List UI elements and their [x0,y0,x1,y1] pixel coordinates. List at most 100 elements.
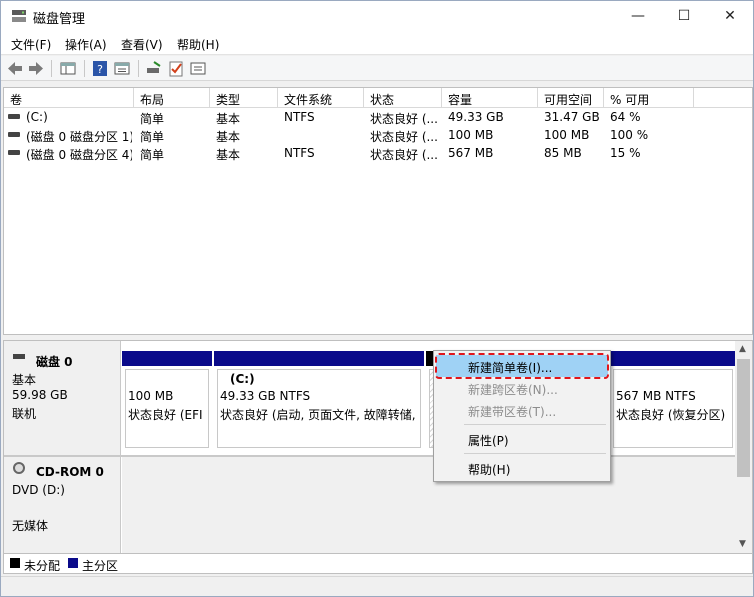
cell-percent-free: 64 % [610,110,641,124]
cell-capacity: 567 MB [448,146,494,160]
legend-unallocated-label: 未分配 [24,559,61,573]
cell-free-space: 100 MB [544,128,590,142]
connect-icon[interactable] [145,60,163,77]
menu-file[interactable]: 文件(F) [11,36,51,53]
legend-unallocated-swatch [10,558,20,568]
disk-0-type: 基本 [12,373,37,387]
cell-filesystem: NTFS [284,146,315,160]
legend: 未分配 主分区 [3,554,753,574]
scroll-thumb[interactable] [737,359,750,477]
volume-icon [8,114,20,119]
legend-primary-swatch [68,558,78,568]
disk-management-window: 磁盘管理 — ☐ ✕ 文件(F) 操作(A) 查看(V) 帮助(H) ? 卷 布… [0,0,754,597]
menu-separator [464,424,606,425]
context-menu: 新建简单卷(I)... 新建跨区卷(N)... 新建带区卷(T)... 属性(P… [433,350,611,482]
table-row[interactable]: (磁盘 0 磁盘分区 1) 简单 基本 状态良好 (... 100 MB 100… [4,126,752,144]
partition-bar [214,351,424,366]
console-tree-icon[interactable] [59,60,77,77]
svg-text:?: ? [97,63,103,76]
cdrom-0-status: 无媒体 [12,519,49,533]
cell-filesystem: NTFS [284,110,315,124]
column-header-capacity[interactable]: 容量 [442,88,538,108]
cell-status: 状态良好 (... [370,130,438,144]
column-header-type[interactable]: 类型 [210,88,278,108]
column-header-volume[interactable]: 卷 [4,88,134,108]
cell-free-space: 31.47 GB [544,110,600,124]
partition-title: (C:) [230,372,255,386]
menu-separator [464,453,606,454]
disk-graphical-view: 磁盘 0 基本 59.98 GB 联机 100 MB 状态良好 (EFI (C:… [3,340,753,554]
menu-bar: 文件(F) 操作(A) 查看(V) 帮助(H) [1,31,753,55]
title-bar: 磁盘管理 — ☐ ✕ [1,1,753,31]
cell-volume: (磁盘 0 磁盘分区 1) [26,130,132,144]
partition-c[interactable]: (C:) 49.33 GB NTFS 状态良好 (启动, 页面文件, 故障转储, [214,351,424,451]
list-icon[interactable] [189,60,207,77]
disk-icon [13,354,25,359]
partition-size: 100 MB [128,389,174,403]
maximize-button[interactable]: ☐ [661,1,707,31]
toolbar-separator [138,60,139,77]
column-header-filesystem[interactable]: 文件系统 [278,88,364,108]
cell-capacity: 100 MB [448,128,494,142]
volume-icon [8,150,20,155]
partition-size: 567 MB NTFS [616,389,696,403]
volume-list: 卷 布局 类型 文件系统 状态 容量 可用空间 % 可用 (C:) 简单 基本 … [3,87,753,335]
menu-item-new-spanned-volume[interactable]: 新建跨区卷(N)... [436,377,608,399]
help-icon[interactable]: ? [91,60,109,77]
menu-item-help[interactable]: 帮助(H) [436,457,608,479]
column-header-percent-free[interactable]: % 可用 [604,88,694,108]
menu-action[interactable]: 操作(A) [65,36,107,53]
check-icon[interactable] [167,60,185,77]
disk-0-name: 磁盘 0 [36,355,73,369]
legend-primary-label: 主分区 [82,559,119,573]
column-header-filler [694,88,752,108]
partition-recovery[interactable]: 567 MB NTFS 状态良好 (恢复分区) [610,351,736,451]
partition-bar [610,351,736,366]
cell-status: 状态良好 (... [370,148,438,162]
cell-free-space: 85 MB [544,146,582,160]
cdrom-0-drive: DVD (D:) [12,483,65,497]
cell-layout: 简单 [140,130,165,144]
toolbar-separator [84,60,85,77]
cell-percent-free: 15 % [610,146,641,160]
toolbar-separator [51,60,52,77]
disk-0-size: 59.98 GB [12,388,68,402]
table-row[interactable]: (磁盘 0 磁盘分区 4) 简单 基本 NTFS 状态良好 (... 567 M… [4,144,752,162]
cell-layout: 简单 [140,148,165,162]
minimize-button[interactable]: — [615,1,661,31]
vertical-scrollbar[interactable]: ▲ ▼ [735,341,752,553]
disk-management-icon [12,10,26,22]
cell-volume: (C:) [26,110,48,124]
column-header-free-space[interactable]: 可用空间 [538,88,604,108]
window-title: 磁盘管理 [33,12,86,27]
status-bar [1,576,753,596]
scroll-up-icon[interactable]: ▲ [739,344,746,354]
scroll-down-icon[interactable]: ▼ [739,539,746,549]
partition-size: 49.33 GB NTFS [220,389,311,403]
menu-view[interactable]: 查看(V) [121,36,163,53]
cell-capacity: 49.33 GB [448,110,504,124]
disk-0-status: 联机 [12,407,37,421]
partition-efi[interactable]: 100 MB 状态良好 (EFI [122,351,212,451]
cell-percent-free: 100 % [610,128,649,142]
cell-type: 基本 [216,112,241,126]
menu-item-new-striped-volume[interactable]: 新建带区卷(T)... [436,399,608,421]
column-header-layout[interactable]: 布局 [134,88,210,108]
properties-icon[interactable] [113,60,131,77]
close-button[interactable]: ✕ [707,1,753,31]
forward-arrow-icon[interactable] [27,60,45,77]
cdrom-0-name: CD-ROM 0 [36,465,104,479]
partition-status: 状态良好 (恢复分区) [616,408,726,422]
partition-status: 状态良好 (启动, 页面文件, 故障转储, [220,408,416,422]
cell-status: 状态良好 (... [370,112,438,126]
cd-icon [13,462,25,474]
column-header-status[interactable]: 状态 [364,88,442,108]
table-row[interactable]: (C:) 简单 基本 NTFS 状态良好 (... 49.33 GB 31.47… [4,108,752,126]
partition-bar [122,351,212,366]
disk-0-label[interactable]: 磁盘 0 基本 59.98 GB 联机 [4,341,121,455]
menu-item-properties[interactable]: 属性(P) [436,428,608,450]
partition-status: 状态良好 (EFI [128,408,203,422]
cdrom-0-area[interactable] [122,457,737,553]
menu-help[interactable]: 帮助(H) [177,36,219,53]
back-arrow-icon[interactable] [6,60,24,77]
